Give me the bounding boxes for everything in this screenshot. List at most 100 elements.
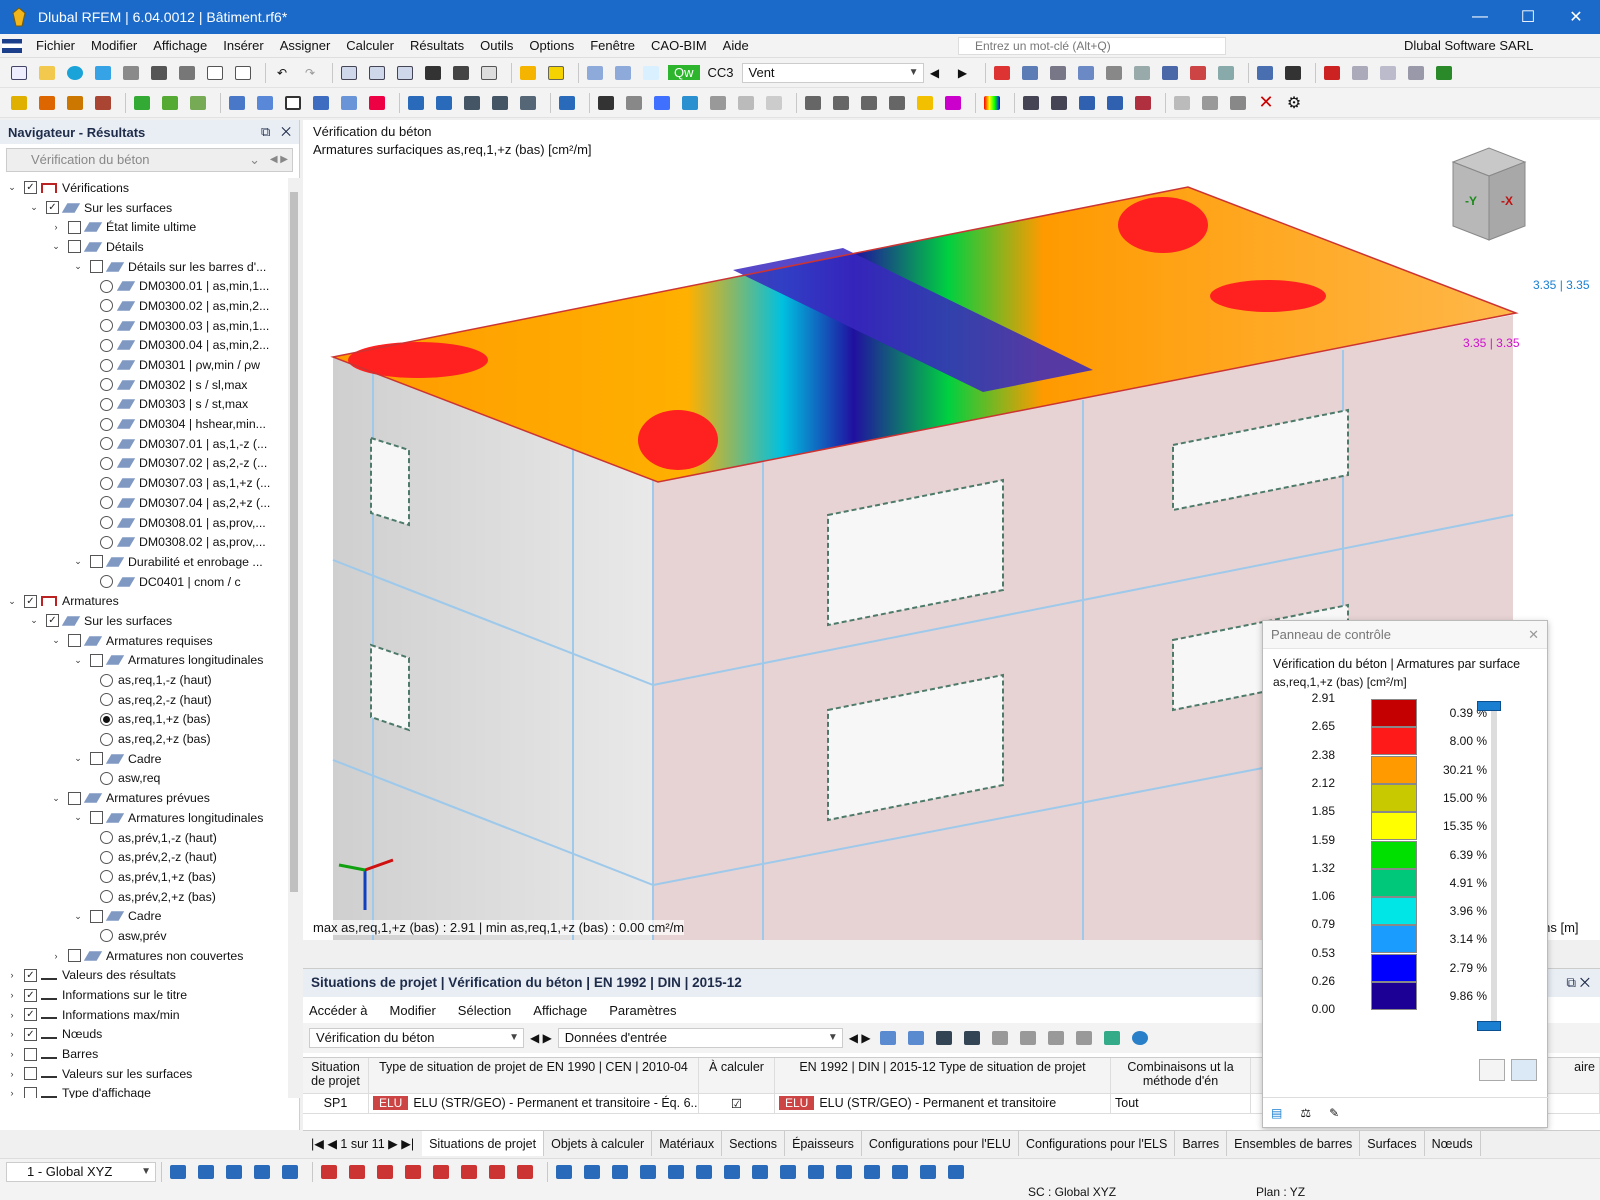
checkbox[interactable] [68,791,81,805]
new-node-icon[interactable] [8,93,30,113]
line-style-icon[interactable] [802,93,824,113]
tree-item[interactable]: ⌄ Armatures longitudinales [0,651,288,671]
panel-controls-icon[interactable]: ⧉ ✕ [1566,969,1590,997]
navigator-selector[interactable]: Vérification du béton ⌄ ◀ ▶ [6,148,293,172]
section-cut-icon[interactable] [1187,63,1209,83]
surface-set-icon[interactable] [310,93,332,113]
collapse-icon[interactable]: ⌄ [50,635,62,646]
color-scale-icon[interactable] [981,93,1003,113]
save-icon[interactable] [148,63,170,83]
collapse-icon[interactable]: ⌄ [72,753,84,764]
tables-menu-edit[interactable]: Modifier [390,1003,436,1018]
legend-adjust-icon[interactable] [1511,1059,1537,1081]
probe-icon[interactable] [942,93,964,113]
navigator-controls[interactable]: ⧉ ✕ [261,124,291,140]
tree-item[interactable]: ⌄ ✓ Sur les surfaces [0,611,288,631]
cloud-icon[interactable] [92,63,114,83]
tree-item[interactable]: › Valeurs sur les surfaces [0,1064,288,1084]
checkbox[interactable] [68,634,81,648]
radio-button[interactable] [100,771,113,785]
result-table-icon[interactable] [584,63,606,83]
snap-tool-icon[interactable] [223,1162,245,1182]
colors-icon[interactable] [651,93,673,113]
tree-item[interactable]: › État limite ultime [0,217,288,237]
table-tool-icon[interactable] [877,1028,899,1048]
tree-item[interactable]: DM0307.02 | as,2,-z (... [0,454,288,474]
checkbox[interactable]: ✓ [46,614,59,628]
line-style2-icon[interactable] [830,93,852,113]
tree-item[interactable]: ⌄ Cadre [0,906,288,926]
tab-uls-configs[interactable]: Configurations pour l'ELU [862,1131,1019,1156]
surface-icon[interactable] [226,93,248,113]
surface-color-icon[interactable] [679,93,701,113]
new-line-icon[interactable] [36,93,58,113]
menu-view[interactable]: Affichage [145,34,215,58]
tree-item[interactable]: DM0300.04 | as,min,2... [0,336,288,356]
radio-button[interactable] [100,535,113,549]
radio-button[interactable] [100,397,113,411]
radio-button[interactable] [100,456,113,470]
tab-sls-configs[interactable]: Configurations pour l'ELS [1019,1131,1176,1156]
draw-tool-icon[interactable] [318,1162,340,1182]
radio-button[interactable] [100,476,113,490]
member-results-icon[interactable] [1075,63,1097,83]
grid-tool-icon[interactable] [749,1162,771,1182]
menu-options[interactable]: Options [521,34,582,58]
expand-icon[interactable]: › [6,1069,18,1079]
color-scale-tab-icon[interactable]: ▤ [1271,1106,1282,1120]
tree-item[interactable]: › ✓ Nœuds [0,1025,288,1045]
collapse-icon[interactable]: ⌄ [6,182,18,193]
delete-icon[interactable]: ✕ [1255,92,1277,113]
next-load-case-icon[interactable]: ▶ [952,63,974,83]
menu-assign[interactable]: Assigner [272,34,339,58]
tables-menu-selection[interactable]: Sélection [458,1003,511,1018]
coordinate-system-icon[interactable] [1433,63,1455,83]
tree-item[interactable]: DM0308.02 | as,prov,... [0,532,288,552]
collapse-icon[interactable]: ⌄ [72,556,84,567]
tree-item[interactable]: › Barres [0,1044,288,1064]
values-on-surfaces-icon[interactable] [1215,63,1237,83]
tab-surfaces[interactable]: Surfaces [1360,1131,1425,1156]
dimension-icon[interactable] [405,93,427,113]
solid-results-icon[interactable] [1131,63,1153,83]
expand-icon[interactable]: › [6,1049,18,1059]
table-cell-type2[interactable]: ELU ELU (STR/GEO) - Permanent et transito… [775,1094,1111,1113]
table-tool-icon[interactable] [1073,1028,1095,1048]
tree-item[interactable]: ⌄ Détails [0,237,288,257]
tree-item[interactable]: DM0300.01 | as,min,1... [0,276,288,296]
tree-item[interactable]: ⌄ ✓ Armatures [0,591,288,611]
console-icon[interactable] [422,63,444,83]
report-icon[interactable] [204,63,226,83]
checkbox[interactable] [24,1086,37,1098]
collapse-icon[interactable]: ⌄ [72,812,84,823]
cube-icon[interactable] [338,93,360,113]
radio-button[interactable] [100,890,113,904]
checkbox[interactable] [90,555,103,569]
results-on-off-icon[interactable] [991,63,1013,83]
animation-icon[interactable] [1254,63,1276,83]
expand-icon[interactable]: › [6,970,18,980]
render-icon[interactable] [623,93,645,113]
tree-item[interactable]: ⌄ Armatures prévues [0,788,288,808]
table-nav-icon[interactable]: ◀ ▶ [849,1031,871,1045]
expand-icon[interactable]: › [6,1010,18,1020]
result-export-icon[interactable] [612,63,634,83]
tables-toggle-icon[interactable] [366,63,388,83]
tree-item[interactable]: › ✓ Informations sur le titre [0,985,288,1005]
checkbox[interactable] [24,1067,37,1081]
menu-help[interactable]: Aide [715,34,757,58]
legend-slider-min-handle[interactable] [1477,1021,1501,1031]
legend-settings-icon[interactable] [1479,1059,1505,1081]
radio-button[interactable] [100,516,113,530]
expand-icon[interactable]: › [50,222,62,232]
radio-button[interactable] [100,712,113,726]
solid-view-icon[interactable] [707,93,729,113]
tree-item[interactable]: as,prév,2,+z (bas) [0,887,288,907]
legend-slider-max-handle[interactable] [1477,701,1501,711]
radio-button[interactable] [100,358,113,372]
tab-project-situations[interactable]: Situations de projet [422,1131,545,1156]
checkbox[interactable]: ✓ [46,201,59,215]
table-pager[interactable]: |◀ ◀ 1 sur 11 ▶ ▶| [303,1136,422,1151]
tables-menu-goto[interactable]: Accéder à [309,1003,368,1018]
snap-tool-icon[interactable] [167,1162,189,1182]
